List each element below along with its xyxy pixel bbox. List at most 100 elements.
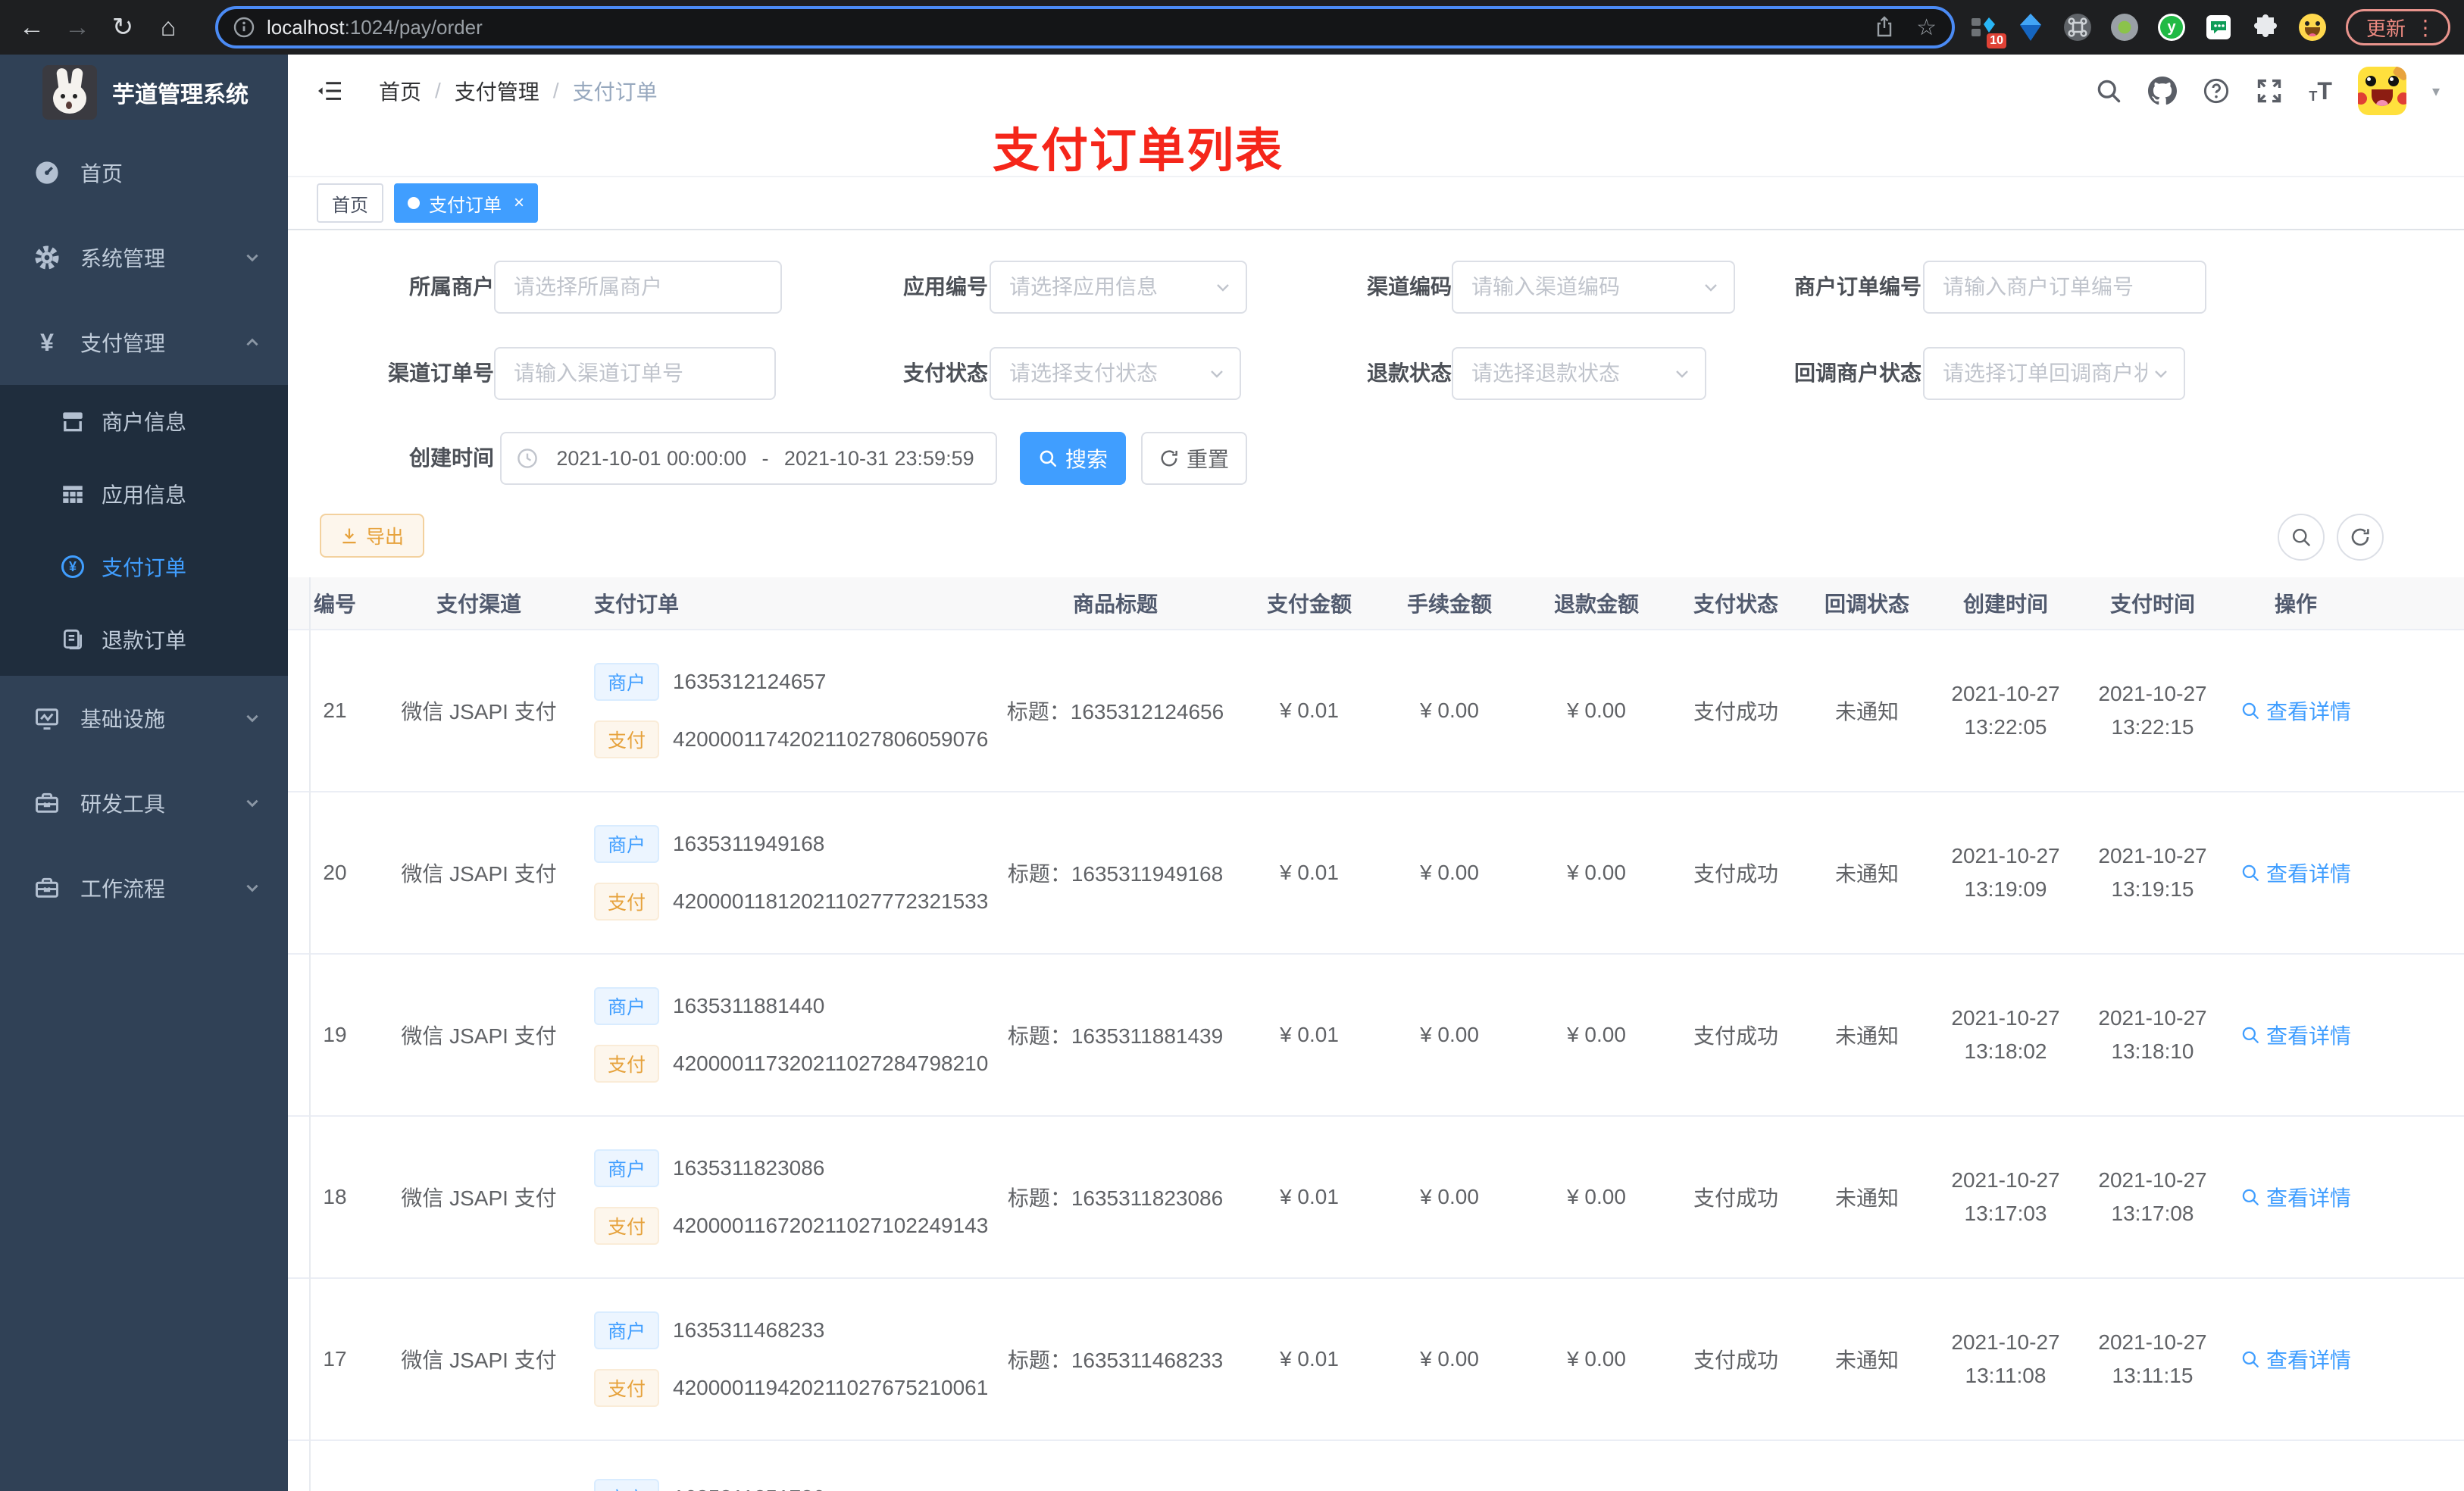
pay-time: 2021-10-27 13:17:08 [2098,1168,2207,1225]
browser-update-button[interactable]: 更新 ⋮ [2346,9,2451,45]
view-detail-link[interactable]: 查看详情 [2240,1344,2351,1374]
tab-home[interactable]: 首页 [317,183,383,223]
refund-amount: ¥ 0.00 [1567,1185,1626,1208]
sidebar-item-app-info[interactable]: 应用信息 [0,458,288,530]
app-filter-input[interactable] [991,262,1246,312]
refresh-table-button[interactable] [2337,514,2384,561]
order-numbers: 商户 1635311881440 支付 4200001173202110272847… [576,987,988,1083]
notify-status: 未通知 [1834,1349,1899,1372]
sidebar-item-infra[interactable]: 基础设施 [0,676,288,761]
sidebar-fold-icon[interactable] [317,80,342,102]
row-actions: 查看详情 [2226,1182,2366,1212]
app-logo-rabbit [42,65,97,120]
pay-channel: 微信 JSAPI 支付 [401,1349,557,1372]
sidebar-item-refund-order[interactable]: 退款订单 [0,603,288,676]
product-title: 标题：1635311823086 [1007,1186,1224,1210]
sidebar-item-devtools[interactable]: 研发工具 [0,761,288,846]
extension-blocks-icon[interactable]: 10 [1970,14,2006,48]
view-detail-link[interactable]: 查看详情 [2240,1182,2351,1212]
extension-chat-icon[interactable] [2205,14,2232,41]
breadcrumb-payment[interactable]: 支付管理 [455,76,539,106]
table-grid-icon [59,481,86,507]
notify-status: 未通知 [1834,1186,1899,1210]
user-avatar[interactable] [2357,67,2406,115]
extension-dot-icon[interactable] [2111,14,2138,41]
merchant-order-input[interactable] [1925,262,2205,312]
browser-forward-icon[interactable]: → [55,5,100,50]
pay-amount: ¥ 0.01 [1280,861,1339,884]
reset-button[interactable]: 重置 [1141,432,1247,485]
callback-status-input[interactable] [1925,349,2184,399]
search-button[interactable]: 搜索 [1020,432,1126,485]
merchant-order-label: 商户订单编号 [1793,275,1921,299]
row-actions: 查看详情 [2226,858,2366,888]
pay-amount: ¥ 0.01 [1280,699,1339,722]
browser-back-icon[interactable]: ← [9,5,55,50]
sidebar-item-home[interactable]: 首页 [0,130,288,215]
extensions-puzzle-icon[interactable] [2252,14,2279,41]
document-icon [59,627,86,652]
extension-command-icon[interactable] [2064,14,2091,41]
view-detail-link[interactable]: 查看详情 [2240,695,2351,726]
monitor-chart-icon [32,705,62,732]
sidebar-item-pay-order[interactable]: ¥ 支付订单 [0,530,288,603]
profile-emoji-icon[interactable] [2299,14,2326,41]
sidebar-item-merchant-info[interactable]: 商户信息 [0,385,288,458]
table-row: 20 微信 JSAPI 支付 商户 1635311949168 支付 4200001… [288,792,2464,955]
order-id: 20 [323,861,347,884]
sidebar-item-payment[interactable]: ¥ 支付管理 [0,300,288,385]
order-numbers: 商户 1635312124657 支付 4200001174202110278060… [576,663,988,758]
refund-amount: ¥ 0.00 [1567,699,1626,722]
app-filter-select [990,261,1247,314]
sidebar-item-system[interactable]: 系统管理 [0,215,288,300]
breadcrumb: 首页 / 支付管理 / 支付订单 [379,76,658,106]
merchant-filter-label: 所属商户 [408,275,494,299]
pay-time: 2021-10-27 13:19:15 [2098,844,2207,901]
refund-status-input[interactable] [1453,349,1705,399]
page-content: 所属商户 应用编号 渠道编码 商户订单编号 [288,230,2464,1491]
sidebar-item-workflow[interactable]: 工作流程 [0,846,288,930]
pay-channel: 微信 JSAPI 支付 [401,1024,557,1048]
github-icon[interactable] [2148,77,2178,105]
pay-status-input[interactable] [991,349,1240,399]
briefcase-icon [32,874,62,902]
channel-order-input[interactable] [496,349,774,399]
help-icon[interactable] [2203,77,2230,105]
pay-tag: 支付 [594,720,660,758]
url-bar[interactable]: localhost:1024/pay/order ☆ [215,6,1955,48]
product-title: 标题：1635311949168 [1007,862,1224,886]
view-detail-link[interactable]: 查看详情 [2240,1020,2351,1050]
yen-icon: ¥ [40,329,54,356]
bookmark-star-icon[interactable]: ☆ [1916,14,1937,41]
channel-code-select [1452,261,1735,314]
extension-kite-icon[interactable] [2017,14,2044,41]
header-search-icon[interactable] [2095,77,2122,105]
order-numbers: 商户 1635311949168 支付 4200001181202110277723… [576,825,988,921]
pay-tag: 支付 [594,883,660,921]
merchant-tag: 商户 [594,1149,660,1187]
merchant-filter-input[interactable] [496,262,780,312]
browser-chrome: ← → ↻ ⌂ localhost:1024/pay/order ☆ 10 y… [0,0,2464,55]
tags-bar: 首页 支付订单 × [288,176,2464,230]
view-detail-link[interactable]: 查看详情 [2240,858,2351,888]
browser-home-icon[interactable]: ⌂ [145,5,191,50]
fullscreen-icon[interactable] [2256,77,2283,105]
tab-close-icon[interactable]: × [514,192,524,214]
merchant-tag: 商户 [594,663,660,701]
site-info-icon[interactable] [233,17,255,38]
share-icon[interactable] [1874,16,1895,39]
app-logo-row[interactable]: 芋道管理系统 [0,55,288,130]
create-time-range-picker[interactable]: 2021-10-01 00:00:00 - 2021-10-31 23:59:5… [500,432,997,485]
chevron-down-icon [244,795,261,811]
callback-status-label: 回调商户状态 [1793,361,1921,385]
pay-status: 支付成功 [1693,1349,1778,1372]
toggle-search-button[interactable] [2278,514,2325,561]
breadcrumb-home[interactable]: 首页 [379,76,421,106]
avatar-caret-icon[interactable]: ▾ [2432,82,2440,101]
font-size-icon[interactable]: TT [2309,79,2332,103]
browser-reload-icon[interactable]: ↻ [100,5,145,50]
channel-code-input[interactable] [1453,262,1734,312]
export-button[interactable]: 导出 [320,514,424,558]
tab-pay-order[interactable]: 支付订单 × [394,183,539,223]
extension-y-icon[interactable]: y [2158,14,2185,41]
